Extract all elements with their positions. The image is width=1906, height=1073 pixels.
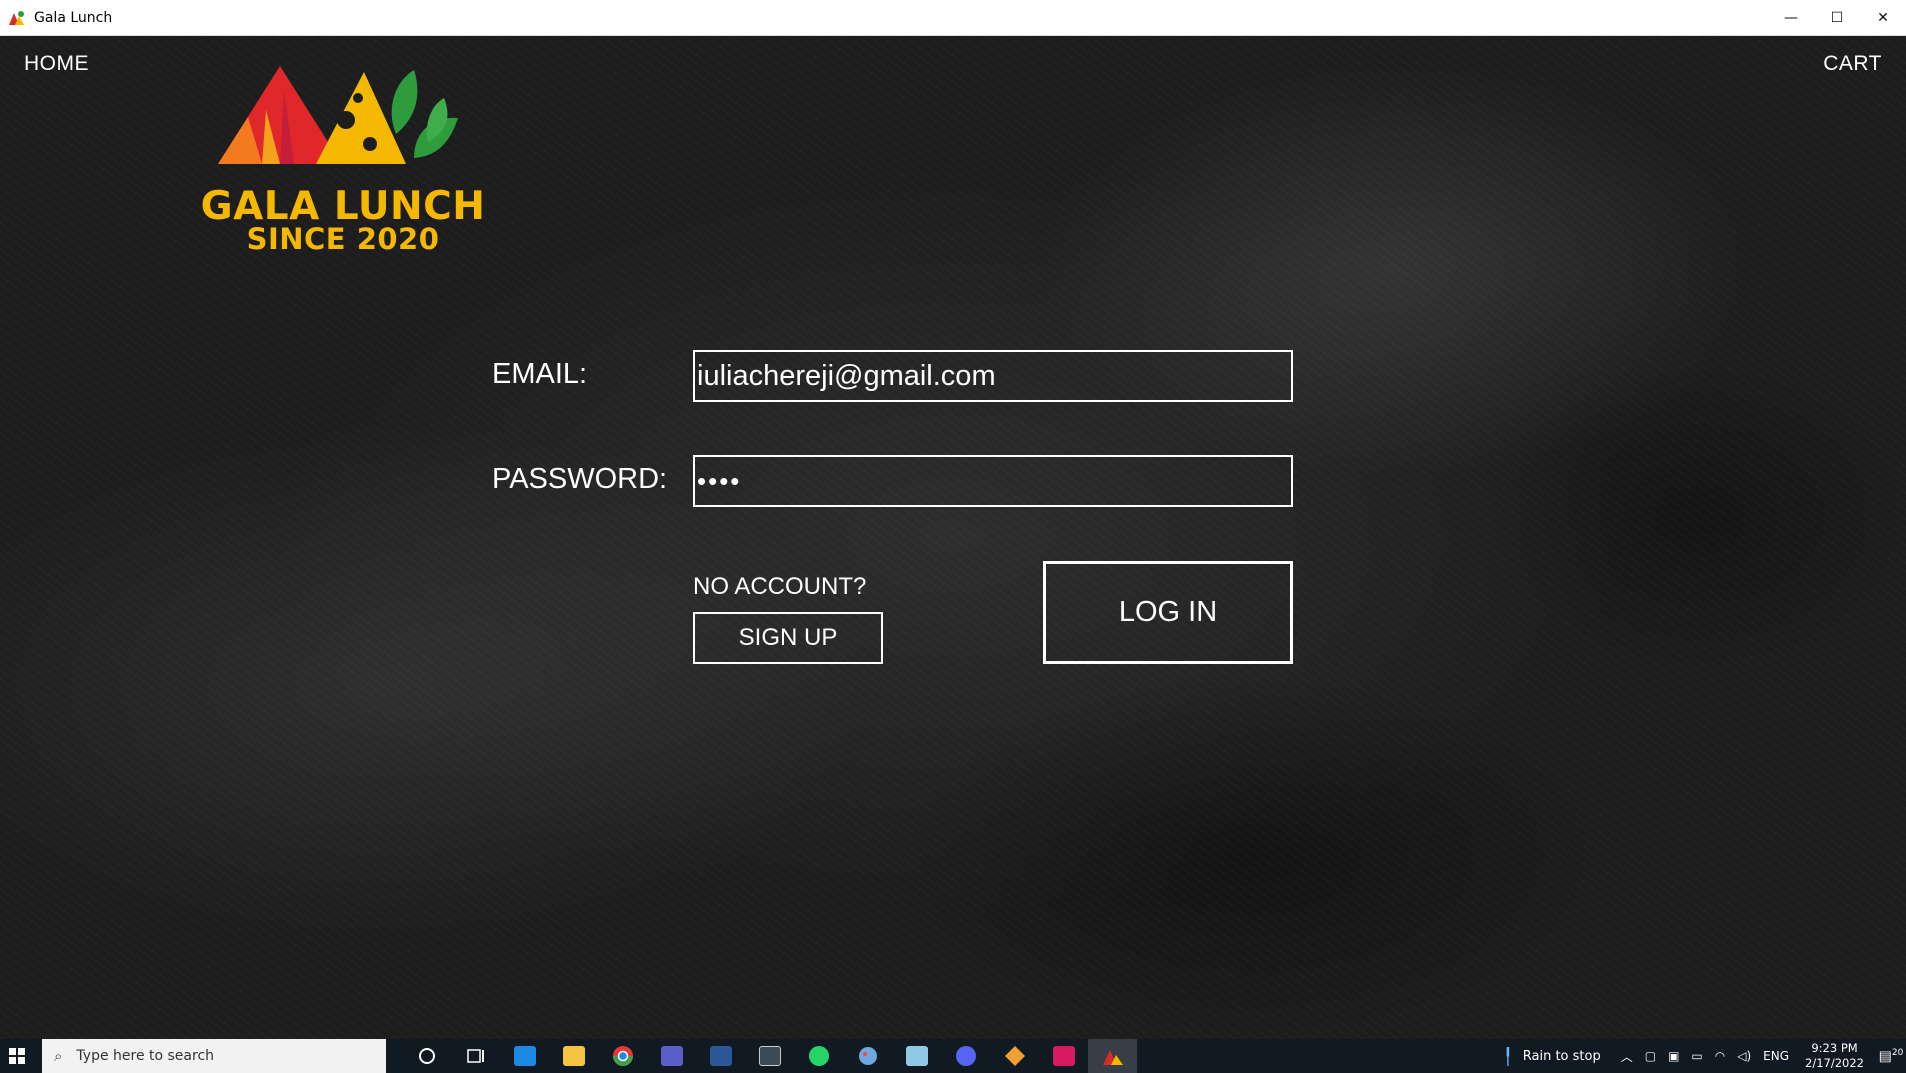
store-icon[interactable] — [500, 1039, 549, 1073]
no-account-text: NO ACCOUNT? — [693, 573, 867, 600]
git-icon[interactable] — [990, 1039, 1039, 1073]
windows-icon — [9, 1048, 25, 1064]
search-icon: ⌕ — [54, 1047, 63, 1065]
discord-icon[interactable] — [941, 1039, 990, 1073]
word-icon[interactable] — [696, 1039, 745, 1073]
gala-lunch-logo: GALA LUNCH SINCE 2020 — [198, 60, 488, 260]
weather-widget[interactable]: ╿ Rain to stop — [1503, 1047, 1601, 1066]
taskbar: ⌕ Type here to search ╿ Rain to stop ︿ ▢… — [0, 1039, 1906, 1073]
whatsapp-icon[interactable] — [794, 1039, 843, 1073]
rain-icon: ╿ — [1503, 1046, 1513, 1066]
task-view-icon[interactable] — [451, 1039, 500, 1073]
weather-text: Rain to stop — [1522, 1048, 1601, 1064]
clock-date: 2/17/2022 — [1805, 1056, 1864, 1070]
language-indicator[interactable]: ENG — [1763, 1049, 1789, 1063]
email-field[interactable]: iuliachereji@gmail.com — [693, 350, 1293, 402]
taskbar-apps — [402, 1039, 1137, 1073]
password-field[interactable]: •••• — [693, 455, 1293, 507]
system-tray: ╿ Rain to stop ︿ ▢ ▣ ▭ ◠ ◁) ENG 9:23 PM … — [1503, 1039, 1906, 1073]
app-icon — [9, 10, 24, 25]
home-link[interactable]: HOME — [24, 52, 89, 76]
clock[interactable]: 9:23 PM 2/17/2022 — [1805, 1041, 1864, 1071]
notification-icon: ▤ — [1878, 1048, 1892, 1065]
log-in-button[interactable]: LOG IN — [1043, 561, 1293, 664]
taskbar-search-box[interactable]: ⌕ Type here to search — [42, 1039, 386, 1073]
snipping-icon[interactable] — [745, 1039, 794, 1073]
file-explorer-icon[interactable] — [549, 1039, 598, 1073]
password-value: •••• — [697, 465, 742, 496]
volume-icon[interactable]: ◁) — [1737, 1049, 1751, 1063]
chrome-icon[interactable] — [598, 1039, 647, 1073]
clock-time: 9:23 PM — [1811, 1041, 1858, 1055]
window-title: Gala Lunch — [34, 9, 113, 26]
window-controls: — ☐ ✕ — [1768, 0, 1906, 36]
notification-count: 20 — [1891, 1047, 1904, 1058]
intellij-icon[interactable] — [1039, 1039, 1088, 1073]
email-value: iuliachereji@gmail.com — [697, 359, 996, 392]
wifi-icon[interactable]: ◠ — [1715, 1049, 1725, 1063]
close-button[interactable]: ✕ — [1860, 0, 1906, 36]
minimize-button[interactable]: — — [1768, 0, 1814, 36]
logo-subtitle: SINCE 2020 — [246, 222, 440, 256]
maximize-button[interactable]: ☐ — [1814, 0, 1860, 36]
start-button[interactable] — [0, 1039, 34, 1073]
paint-icon[interactable] — [843, 1039, 892, 1073]
gala-lunch-icon[interactable] — [1088, 1039, 1137, 1073]
notification-center-button[interactable]: ▤20 — [1876, 1048, 1906, 1065]
password-label: PASSWORD: — [492, 463, 668, 495]
email-label: EMAIL: — [492, 358, 588, 390]
logo-emblem — [218, 66, 458, 164]
cortana-icon[interactable] — [402, 1039, 451, 1073]
teams-icon[interactable] — [647, 1039, 696, 1073]
meet-icon[interactable]: ▢ — [1645, 1049, 1656, 1063]
cart-link[interactable]: CART — [1823, 52, 1882, 76]
window-titlebar: Gala Lunch — ☐ ✕ — [0, 0, 1906, 36]
chevron-up-icon[interactable]: ︿ — [1621, 1048, 1633, 1065]
search-placeholder: Type here to search — [76, 1048, 215, 1064]
battery-icon[interactable]: ▭ — [1691, 1049, 1702, 1063]
display-icon[interactable]: ▣ — [1668, 1049, 1679, 1063]
sign-up-button[interactable]: SIGN UP — [693, 612, 883, 664]
login-page: HOME CART GALA LUNCH SINCE 2020 EMAIL: i… — [0, 36, 1906, 1039]
notes-icon[interactable] — [892, 1039, 941, 1073]
